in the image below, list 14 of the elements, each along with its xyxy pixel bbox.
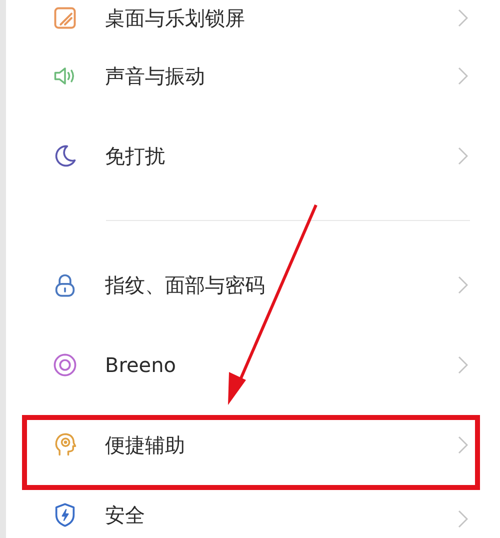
chevron-right-icon [458,67,468,85]
settings-item-label[interactable]: 安全 [105,502,145,528]
settings-item-label[interactable]: 桌面与乐划锁屏 [105,5,245,31]
chevron-right-icon [458,436,468,454]
settings-item-label[interactable]: 便捷辅助 [105,432,185,458]
settings-item-label[interactable]: Breeno [105,352,176,378]
chevron-right-icon [458,510,468,528]
chevron-right-icon [458,147,468,165]
chevron-right-icon [458,356,468,374]
settings-item-label[interactable]: 免打扰 [105,143,165,169]
settings-item-label[interactable]: 声音与振动 [105,63,205,89]
settings-item-label[interactable]: 指纹、面部与密码 [105,272,265,298]
chevron-right-icon [458,9,468,27]
chevron-right-icon [458,276,468,294]
